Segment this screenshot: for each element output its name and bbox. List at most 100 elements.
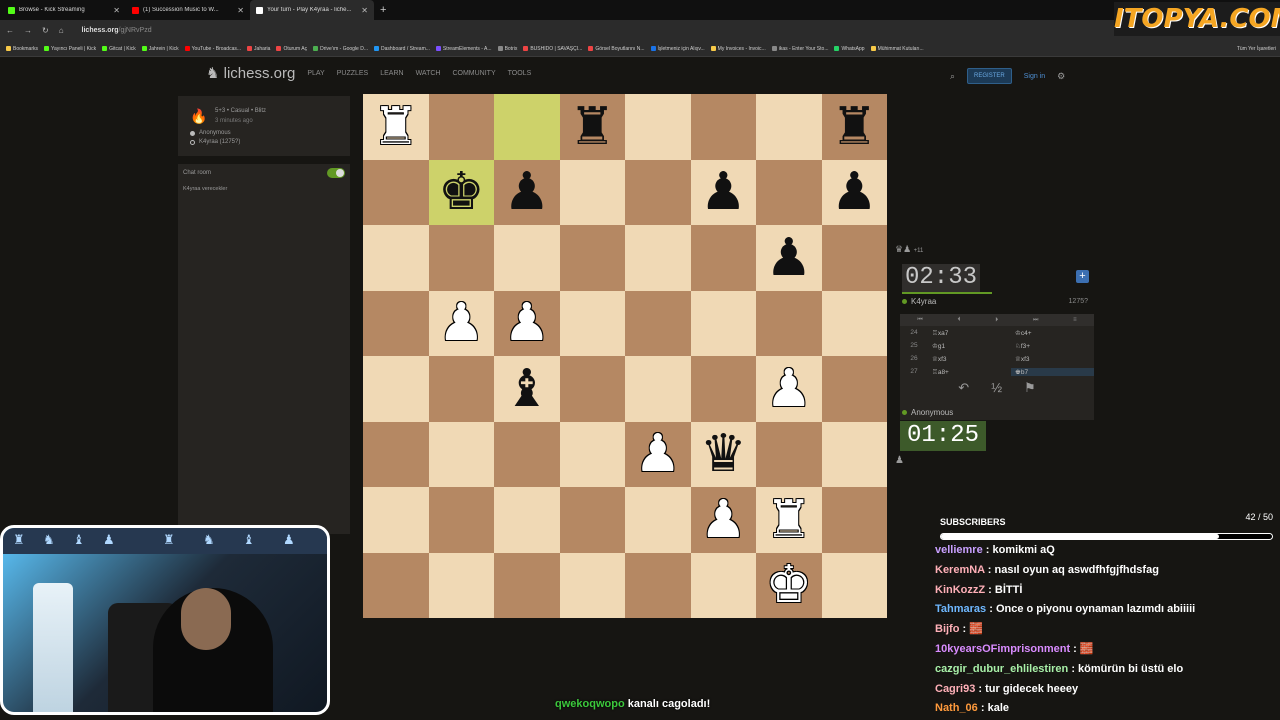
nav-watch[interactable]: WATCH [416,70,441,77]
url-field[interactable]: lichess.org/gjNRvPzd [82,27,152,34]
piece-a8[interactable]: ♜ [363,94,429,160]
piece-h7[interactable]: ♟ [822,160,888,226]
square-h3[interactable] [821,421,887,487]
square-d7[interactable] [559,159,625,225]
square-d4[interactable] [559,356,625,422]
register-button[interactable]: REGISTER [967,68,1012,84]
close-icon[interactable]: ✕ [237,6,244,15]
new-tab-button[interactable]: + [374,4,392,16]
chat-toggle[interactable] [327,168,345,178]
piece-h8[interactable]: ♜ [822,94,888,160]
square-c2[interactable] [494,487,560,553]
bookmark-item[interactable]: Drive'ım - Google D... [313,46,368,52]
square-f6[interactable] [690,225,756,291]
square-a5[interactable] [363,290,429,356]
square-b4[interactable] [428,356,494,422]
chat-username[interactable]: 10kyearsOFimprisonment [935,643,1070,655]
nav-community[interactable]: COMMUNITY [452,70,495,77]
player-name[interactable]: Anonymous [911,408,953,417]
square-e4[interactable] [625,356,691,422]
chat-username[interactable]: Bijfo [935,623,959,635]
square-d3[interactable] [559,421,625,487]
square-e8[interactable] [625,94,691,160]
last-move-icon[interactable]: ⏭ [1033,317,1038,324]
resign-flag-icon[interactable]: ⚑ [1024,380,1036,396]
square-f4[interactable] [690,356,756,422]
square-a1[interactable] [363,552,429,618]
back-icon[interactable]: ← [6,26,14,35]
sign-in-link[interactable]: Sign in [1024,73,1045,80]
all-bookmarks[interactable]: Tüm Yer İşaretleri [1237,46,1280,52]
square-a7[interactable] [363,159,429,225]
square-b8[interactable] [428,94,494,160]
white-move[interactable]: ♖xa7 [928,329,1011,337]
square-b1[interactable] [428,552,494,618]
tab-lichess[interactable]: Your turn - Play K4yraa - liche... ✕ [250,0,374,20]
close-icon[interactable]: ✕ [361,6,368,15]
square-d5[interactable] [559,290,625,356]
square-h2[interactable] [821,487,887,553]
chat-username[interactable]: KinKozzZ [935,584,985,596]
bookmark-item[interactable]: Mühimmat Kutuları... [870,46,924,52]
bookmark-item[interactable]: StreamElements - A... [435,46,492,52]
add-time-button[interactable]: + [1076,270,1089,283]
nav-learn[interactable]: LEARN [380,70,403,77]
piece-f2[interactable]: ♟ [691,487,757,553]
square-f8[interactable] [690,94,756,160]
square-a6[interactable] [363,225,429,291]
square-d2[interactable] [559,487,625,553]
bookmark-item[interactable]: BUSHIDO | SAVAŞÇI... [523,46,582,52]
tab-kick[interactable]: Browse - Kick Streaming ✕ [2,0,126,20]
piece-b5[interactable]: ♟ [429,291,495,357]
chat-username[interactable]: Tahmaras [935,603,986,615]
square-a3[interactable] [363,421,429,487]
square-h4[interactable] [821,356,887,422]
piece-g2[interactable]: ♜ [756,487,822,553]
square-e6[interactable] [625,225,691,291]
square-c8[interactable] [494,94,560,160]
square-e7[interactable] [625,159,691,225]
bookmark-item[interactable]: YouTube - Broadcas... [184,46,241,52]
takeback-icon[interactable]: ↶ [958,380,969,396]
tab-youtube[interactable]: (1) Succession Music to W... ✕ [126,0,250,20]
square-f1[interactable] [690,552,756,618]
bookmark-item[interactable]: Oturum Aç [276,46,307,52]
chat-username[interactable]: KeremNA [935,564,985,576]
draw-offer-icon[interactable]: ½ [991,380,1002,396]
square-b6[interactable] [428,225,494,291]
opponent-name[interactable]: K4yraa [911,297,936,306]
piece-c4[interactable]: ♝ [494,356,560,422]
square-c6[interactable] [494,225,560,291]
prev-move-icon[interactable]: ⏴ [957,317,960,324]
square-b2[interactable] [428,487,494,553]
square-c1[interactable] [494,552,560,618]
square-f5[interactable] [690,290,756,356]
bookmark-item[interactable]: WhatsApp [834,46,865,52]
bookmark-item[interactable]: Jaharia [247,46,270,52]
black-player[interactable]: K4yraa (1275?) [190,139,240,145]
piece-c5[interactable]: ♟ [494,291,560,357]
white-move[interactable]: ♕xf3 [928,355,1011,363]
home-icon[interactable]: ⌂ [59,26,64,35]
bookmark-item[interactable]: İşletmeniz için Alışv... [650,46,705,52]
piece-f7[interactable]: ♟ [691,160,757,226]
square-e1[interactable] [625,552,691,618]
lichess-logo[interactable]: ♞ lichess.org [206,64,295,82]
white-player[interactable]: Anonymous [190,130,231,136]
piece-f3[interactable]: ♛ [691,422,757,488]
square-g7[interactable] [756,159,822,225]
black-move[interactable]: ♔c4+ [1011,329,1094,337]
square-a2[interactable] [363,487,429,553]
nav-puzzles[interactable]: PUZZLES [337,70,369,77]
chat-username[interactable]: velliemre [935,544,983,556]
piece-e3[interactable]: ♟ [625,422,691,488]
square-c3[interactable] [494,421,560,487]
square-g8[interactable] [756,94,822,160]
piece-b7[interactable]: ♚ [429,160,495,226]
black-move[interactable]: ♚b7 [1011,367,1094,376]
black-move[interactable]: ♘f3+ [1011,342,1094,350]
square-d6[interactable] [559,225,625,291]
forward-icon[interactable]: → [24,26,32,35]
white-move[interactable]: ♔g1 [928,342,1011,350]
chat-username[interactable]: Cagri93 [935,683,975,695]
